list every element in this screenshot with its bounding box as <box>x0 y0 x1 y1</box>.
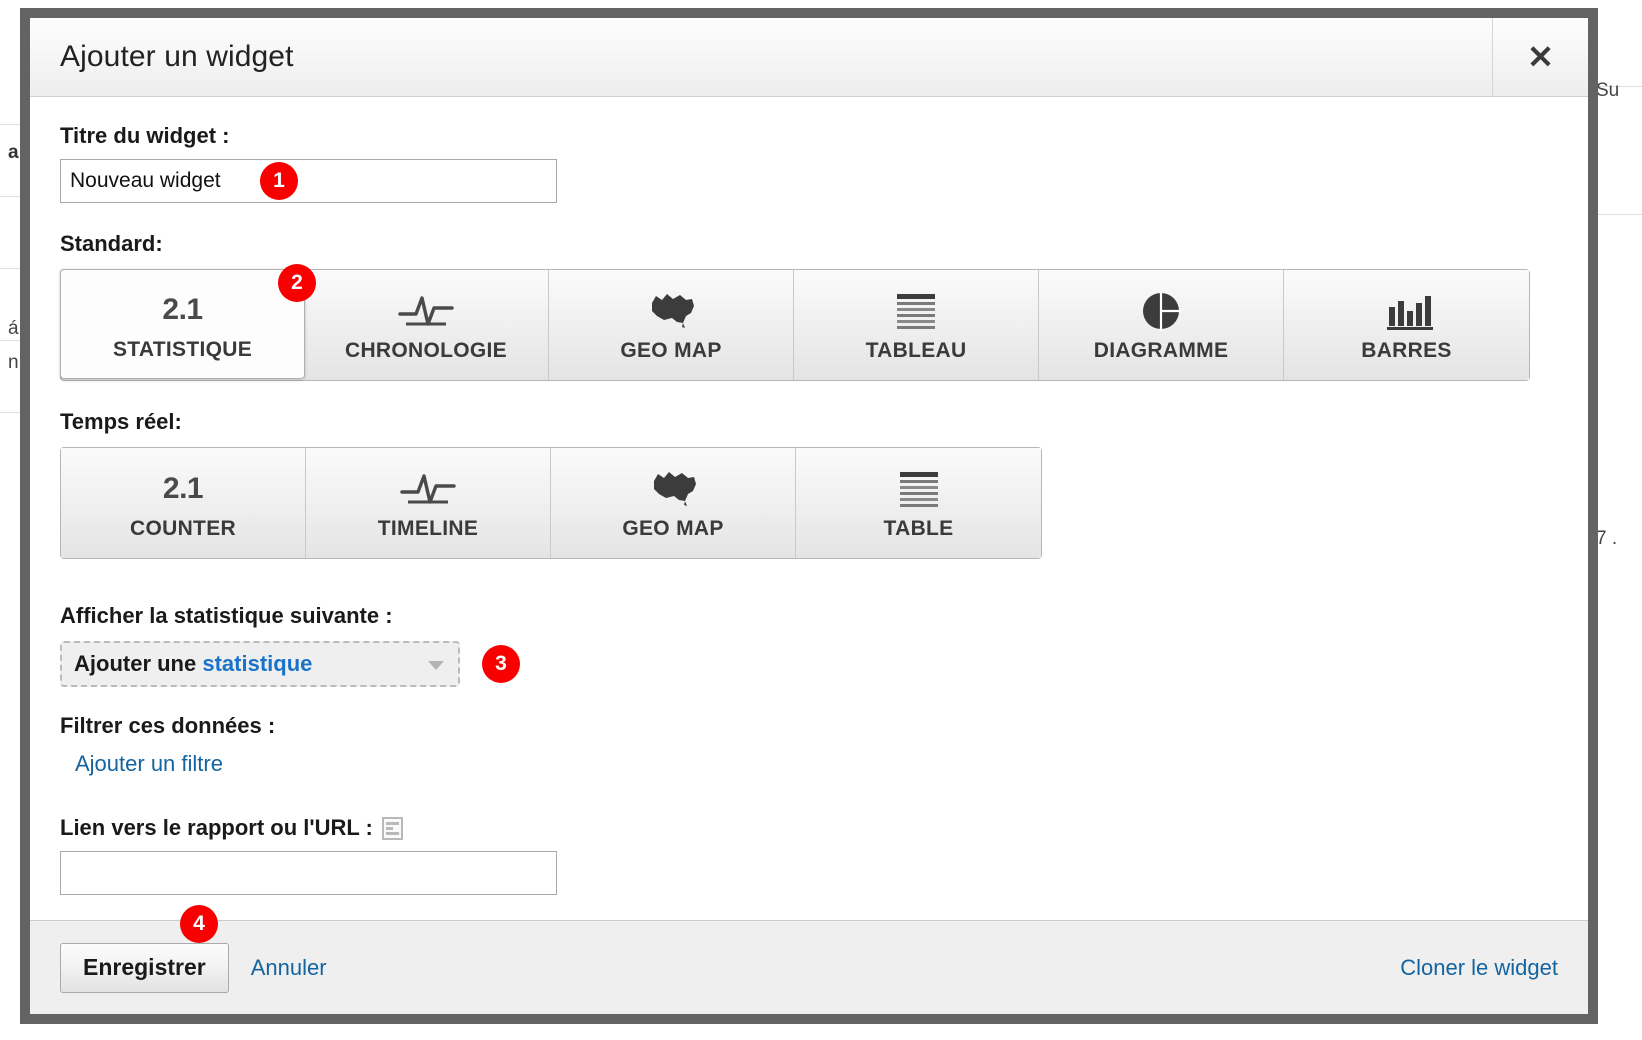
widget-type-tableau[interactable]: TABLEAU <box>794 270 1039 380</box>
widget-type-label: TIMELINE <box>377 517 479 540</box>
realtime-widget-type-group: 2.1 COUNTER TIMELINE GEO MAP TABLE <box>60 447 1042 559</box>
widget-type-label: GEO MAP <box>622 517 724 540</box>
widget-type-label: COUNTER <box>130 517 236 540</box>
realtime-section-label: Temps réel: <box>60 409 182 434</box>
table-rows-icon <box>888 287 944 335</box>
timeline-line-icon <box>398 465 458 513</box>
standard-widget-type-group: 2.1 STATISTIQUE 2 CHRONOLOGIE GEO MAP TA… <box>60 264 1530 381</box>
statistic-dropdown[interactable]: Ajouter une statistique <box>60 641 460 687</box>
widget-type-statistique[interactable]: 2.1 STATISTIQUE 2 <box>60 264 316 379</box>
widget-type-label: CHRONOLOGIE <box>345 339 507 362</box>
numeral-2-1-text: 2.1 <box>162 472 204 505</box>
numeral-2-1-icon: 2.1 <box>162 465 204 513</box>
step-badge-3: 3 <box>482 645 520 683</box>
report-icon[interactable] <box>381 816 403 840</box>
statistic-dropdown-text: Ajouter une statistique <box>74 651 312 677</box>
timeline-line-icon <box>396 287 456 335</box>
clone-widget-link[interactable]: Cloner le widget <box>1400 955 1558 981</box>
background-fragment: n <box>8 352 19 373</box>
geo-map-icon <box>644 465 702 513</box>
widget-type-counter[interactable]: 2.1 COUNTER <box>61 448 306 558</box>
save-button[interactable]: Enregistrer <box>60 942 229 993</box>
statistic-dropdown-prefix: Ajouter une <box>74 651 203 676</box>
widget-title-input[interactable] <box>60 159 557 203</box>
geo-map-icon <box>642 287 700 335</box>
standard-section-label: Standard: <box>60 231 163 256</box>
widget-type-chronologie[interactable]: CHRONOLOGIE <box>304 270 549 380</box>
widget-type-label: TABLE <box>883 517 954 540</box>
background-fragment: Su <box>1596 80 1620 101</box>
widget-type-geo-map[interactable]: GEO MAP <box>549 270 794 380</box>
add-widget-dialog: Ajouter un widget ✕ Titre du widget : 1 … <box>20 8 1598 1024</box>
add-filter-link[interactable]: Ajouter un filtre <box>75 751 223 776</box>
bar-chart-icon <box>1379 287 1435 335</box>
numeral-2-1-text: 2.1 <box>162 293 203 326</box>
widget-type-barres[interactable]: BARRES <box>1284 270 1529 380</box>
background-fragment: a <box>8 142 19 163</box>
widget-type-diagramme[interactable]: DIAGRAMME <box>1039 270 1284 380</box>
widget-type-label: BARRES <box>1361 339 1452 362</box>
background-fragment: á <box>8 318 19 339</box>
background-fragment: 7 . <box>1596 528 1618 549</box>
statistic-select-label: Afficher la statistique suivante : <box>60 603 393 628</box>
statistic-dropdown-accent: statistique <box>202 651 313 676</box>
url-label: Lien vers le rapport ou l'URL : <box>60 815 373 840</box>
widget-type-timeline[interactable]: TIMELINE <box>306 448 551 558</box>
dialog-body: Titre du widget : 1 Standard: 2.1 STATIS… <box>30 97 1588 920</box>
pie-chart-icon <box>1138 287 1184 335</box>
widget-type-label: GEO MAP <box>620 339 722 362</box>
close-button[interactable]: ✕ <box>1492 18 1588 96</box>
widget-type-label: TABLEAU <box>865 339 967 362</box>
widget-type-label: DIAGRAMME <box>1093 339 1229 362</box>
filter-label: Filtrer ces données : <box>60 713 276 738</box>
dialog-footer: Enregistrer Annuler Cloner le widget 4 <box>30 905 1588 1014</box>
widget-type-label: STATISTIQUE <box>112 338 253 361</box>
numeral-2-1-icon: 2.1 <box>162 286 203 334</box>
url-input[interactable] <box>60 851 557 895</box>
cancel-link[interactable]: Annuler <box>251 955 327 981</box>
dialog-title: Ajouter un widget <box>60 40 294 73</box>
chevron-down-icon <box>428 661 444 670</box>
widget-type-table[interactable]: TABLE <box>796 448 1041 558</box>
widget-type-geo-map-realtime[interactable]: GEO MAP <box>551 448 796 558</box>
page-root: a á n Su 7 . Ajouter un widget ✕ Titre d… <box>0 0 1642 1040</box>
table-rows-icon <box>891 465 947 513</box>
dialog-titlebar: Ajouter un widget ✕ <box>30 18 1588 97</box>
widget-title-label: Titre du widget : <box>60 123 230 148</box>
url-label-row: Lien vers le rapport ou l'URL : <box>60 815 1558 841</box>
close-icon: ✕ <box>1527 39 1554 75</box>
